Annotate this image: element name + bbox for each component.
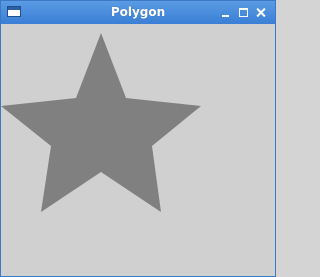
canvas-svg — [1, 33, 201, 212]
close-button[interactable] — [255, 6, 268, 19]
window-title: Polygon — [110, 5, 166, 19]
minimize-icon — [222, 15, 229, 17]
minimize-button[interactable] — [219, 6, 232, 19]
maximize-button[interactable] — [237, 6, 250, 19]
polygon-window: Polygon — [0, 0, 276, 277]
maximize-icon — [239, 8, 248, 17]
drawing-canvas — [1, 24, 275, 276]
close-icon — [257, 8, 266, 17]
title-bar[interactable]: Polygon — [1, 1, 275, 24]
star-polygon — [1, 33, 201, 212]
